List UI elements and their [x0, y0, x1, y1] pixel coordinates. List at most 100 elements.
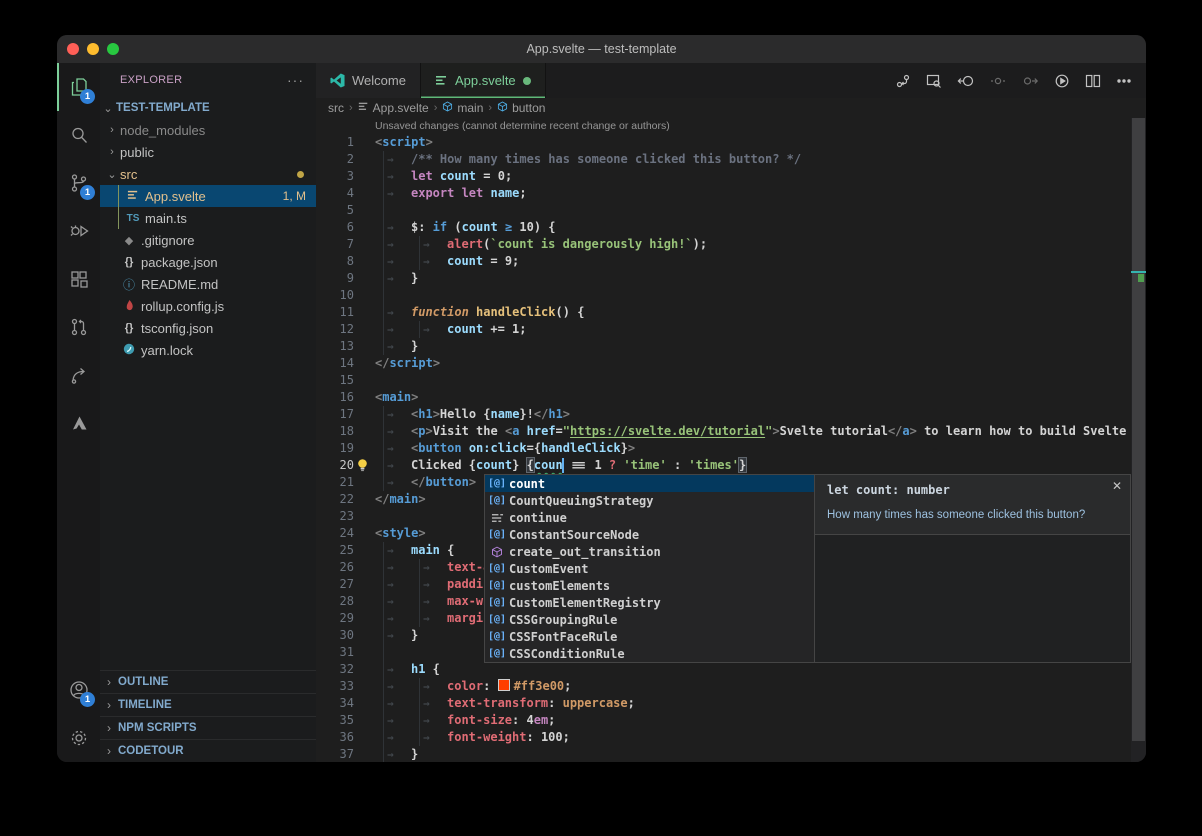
suggest-item-continue[interactable]: continue [485, 509, 814, 526]
code-line-14[interactable]: 14</script> [316, 355, 1131, 372]
line-number: 12 [316, 321, 375, 338]
start-codetour-icon[interactable] [1054, 73, 1070, 89]
panel-header-codetour[interactable]: ›CODETOUR [100, 739, 316, 762]
code-line-13[interactable]: 13→} [316, 338, 1131, 355]
scrollbar-thumb[interactable] [1132, 118, 1145, 741]
codetour-previous-icon[interactable] [957, 73, 975, 89]
breadcrumb-item-App.svelte[interactable]: App.svelte [358, 101, 429, 115]
code-line-8[interactable]: 8→→count = 9; [316, 253, 1131, 270]
close-icon[interactable]: ✕ [1112, 479, 1122, 493]
tree-item-App.svelte[interactable]: App.svelte1, M [100, 185, 316, 207]
code-line-37[interactable]: 37→} [316, 746, 1131, 762]
code-line-19[interactable]: 19→<button on:click={handleClick}> [316, 440, 1131, 457]
sidebar-more-actions-icon[interactable]: ··· [287, 72, 304, 88]
code-line-4[interactable]: 4→export let name; [316, 185, 1131, 202]
suggest-item-CountQueuingStrategy[interactable]: [@]CountQueuingStrategy [485, 492, 814, 509]
github-pull-requests-activity-icon[interactable] [57, 303, 100, 351]
code-line-content: →→text-transform: uppercase; [375, 695, 635, 712]
code-line-15[interactable]: 15 [316, 372, 1131, 389]
code-line-content [375, 202, 411, 219]
search-icon [68, 124, 90, 146]
editor-scrollbar[interactable] [1131, 118, 1146, 762]
codetour-current-step-icon[interactable] [990, 73, 1006, 89]
suggest-item-create_out_transition[interactable]: create_out_transition [485, 543, 814, 560]
code-line-5[interactable]: 5 [316, 202, 1131, 219]
suggest-item-CustomElementRegistry[interactable]: [@]CustomElementRegistry [485, 594, 814, 611]
code-line-1[interactable]: 1<script> [316, 134, 1131, 151]
code-line-6[interactable]: 6→$: if (count ≥ 10) { [316, 219, 1131, 236]
code-line-32[interactable]: 32→h1 { [316, 661, 1131, 678]
variable-icon: [@] [485, 478, 509, 489]
settings-activity-icon[interactable] [57, 714, 100, 762]
suggest-item-ConstantSourceNode[interactable]: [@]ConstantSourceNode [485, 526, 814, 543]
breadcrumb-item-src[interactable]: src [328, 101, 344, 115]
open-preview-icon[interactable] [926, 73, 942, 89]
tree-item-package.json[interactable]: {}package.json [100, 251, 316, 273]
suggest-item-count[interactable]: [@]count [485, 475, 814, 492]
explorer-activity-icon[interactable]: 1 [57, 63, 100, 111]
indent-guide: → [383, 304, 411, 321]
code-line-7[interactable]: 7→→alert(`count is dangerously high!`); [316, 236, 1131, 253]
suggest-item-customElements[interactable]: [@]customElements [485, 577, 814, 594]
tree-item-README.md[interactable]: ⓘREADME.md [100, 273, 316, 295]
breadcrumb-item-main[interactable]: main [442, 101, 483, 115]
indent-guide [383, 202, 411, 219]
suggest-item-CSSConditionRule[interactable]: [@]CSSConditionRule [485, 645, 814, 662]
accounts-activity-icon[interactable]: 1 [57, 666, 100, 714]
source-control-activity-icon[interactable]: 1 [57, 159, 100, 207]
suggest-item-CSSGroupingRule[interactable]: [@]CSSGroupingRule [485, 611, 814, 628]
sidebar-bottom-panels: ›OUTLINE›TIMELINE›NPM SCRIPTS›CODETOUR [100, 670, 316, 762]
code-line-9[interactable]: 9→} [316, 270, 1131, 287]
extensions-activity-icon[interactable] [57, 255, 100, 303]
split-editor-icon[interactable] [1085, 73, 1101, 89]
suggest-item-label: ConstantSourceNode [509, 528, 639, 542]
suggest-item-CustomEvent[interactable]: [@]CustomEvent [485, 560, 814, 577]
panel-header-label: NPM SCRIPTS [118, 722, 197, 734]
panel-header-outline[interactable]: ›OUTLINE [100, 670, 316, 693]
code-line-16[interactable]: 16<main> [316, 389, 1131, 406]
tree-item-.gitignore[interactable]: ◆.gitignore [100, 229, 316, 251]
tree-item-label: public [120, 145, 316, 160]
compare-changes-icon[interactable] [895, 73, 911, 89]
live-share-activity-icon[interactable] [57, 351, 100, 399]
tree-item-node_modules[interactable]: ›node_modules [100, 119, 316, 141]
tree-item-tsconfig.json[interactable]: {}tsconfig.json [100, 317, 316, 339]
code-line-33[interactable]: 33→→color: #ff3e00; [316, 678, 1131, 695]
code-line-11[interactable]: 11→function handleClick() { [316, 304, 1131, 321]
tree-item-public[interactable]: ›public [100, 141, 316, 163]
code-editor[interactable]: Unsaved changes (cannot determine recent… [316, 118, 1131, 762]
tab-app-svelte[interactable]: App.svelte [421, 63, 546, 98]
explorer-sidebar: EXPLORER ··· ⌄ TEST-TEMPLATE ›node_modul… [100, 63, 316, 762]
code-line-17[interactable]: 17→<h1>Hello {name}!</h1> [316, 406, 1131, 423]
code-line-12[interactable]: 12→→count += 1; [316, 321, 1131, 338]
code-line-35[interactable]: 35→→font-size: 4em; [316, 712, 1131, 729]
codelens-unsaved-changes[interactable]: Unsaved changes (cannot determine recent… [316, 118, 1131, 134]
indent-guide: → [383, 185, 411, 202]
code-line-18[interactable]: 18→<p>Visit the <a href="https://svelte.… [316, 423, 1131, 440]
code-line-36[interactable]: 36→→font-weight: 100; [316, 729, 1131, 746]
codetour-next-icon[interactable] [1021, 73, 1039, 89]
panel-header-timeline[interactable]: ›TIMELINE [100, 693, 316, 716]
panel-header-npm-scripts[interactable]: ›NPM SCRIPTS [100, 716, 316, 739]
suggest-item-CSSFontFaceRule[interactable]: [@]CSSFontFaceRule [485, 628, 814, 645]
line-number: 11 [316, 304, 375, 321]
tree-item-src[interactable]: ⌄src [100, 163, 316, 185]
tab-welcome[interactable]: Welcome [316, 63, 421, 98]
code-line-2[interactable]: 2→/** How many times has someone clicked… [316, 151, 1131, 168]
more-actions-icon[interactable] [1116, 73, 1132, 89]
code-line-3[interactable]: 3→let count = 0; [316, 168, 1131, 185]
code-action-lightbulb-icon[interactable] [356, 458, 370, 473]
run-debug-activity-icon[interactable] [57, 207, 100, 255]
code-line-20[interactable]: 20→Clicked {count} {coun ≡ 1 ? 'time' : … [316, 457, 1131, 474]
azure-activity-icon[interactable] [57, 399, 100, 447]
workspace-root-folder[interactable]: ⌄ TEST-TEMPLATE [100, 97, 316, 119]
tree-item-yarn.lock[interactable]: yarn.lock [100, 339, 316, 361]
code-line-10[interactable]: 10 [316, 287, 1131, 304]
search-activity-icon[interactable] [57, 111, 100, 159]
tree-item-main.ts[interactable]: TSmain.ts [100, 207, 316, 229]
breadcrumb-item-button[interactable]: button [497, 101, 545, 115]
code-line-34[interactable]: 34→→text-transform: uppercase; [316, 695, 1131, 712]
tree-item-label: tsconfig.json [141, 321, 316, 336]
tree-item-rollup.config.js[interactable]: rollup.config.js [100, 295, 316, 317]
color-swatch [498, 679, 510, 691]
